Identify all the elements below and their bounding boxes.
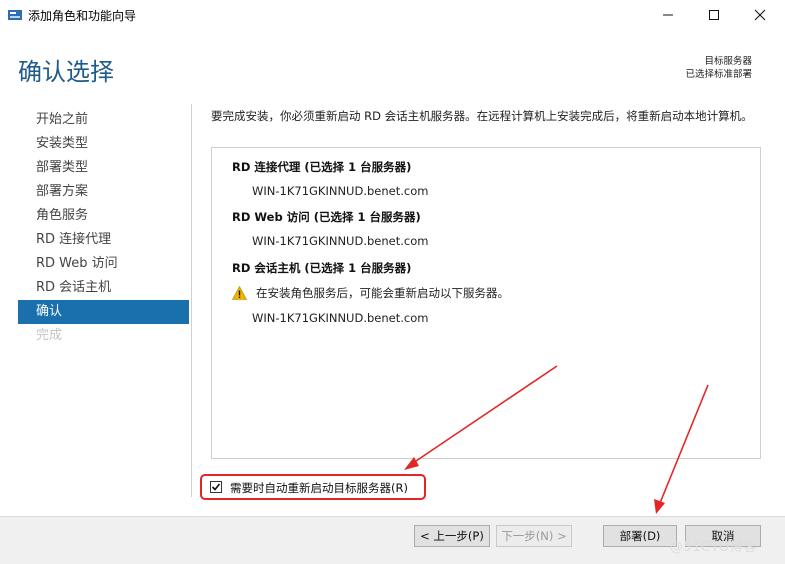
arrow-to-deploy: [659, 384, 709, 504]
annotation-arrows: [404, 365, 709, 514]
watermark: @51CTO博客: [670, 540, 757, 555]
arrow-to-checkbox: [412, 365, 558, 464]
arrow-head-checkbox: [404, 457, 419, 470]
arrow-head-deploy: [654, 499, 665, 514]
